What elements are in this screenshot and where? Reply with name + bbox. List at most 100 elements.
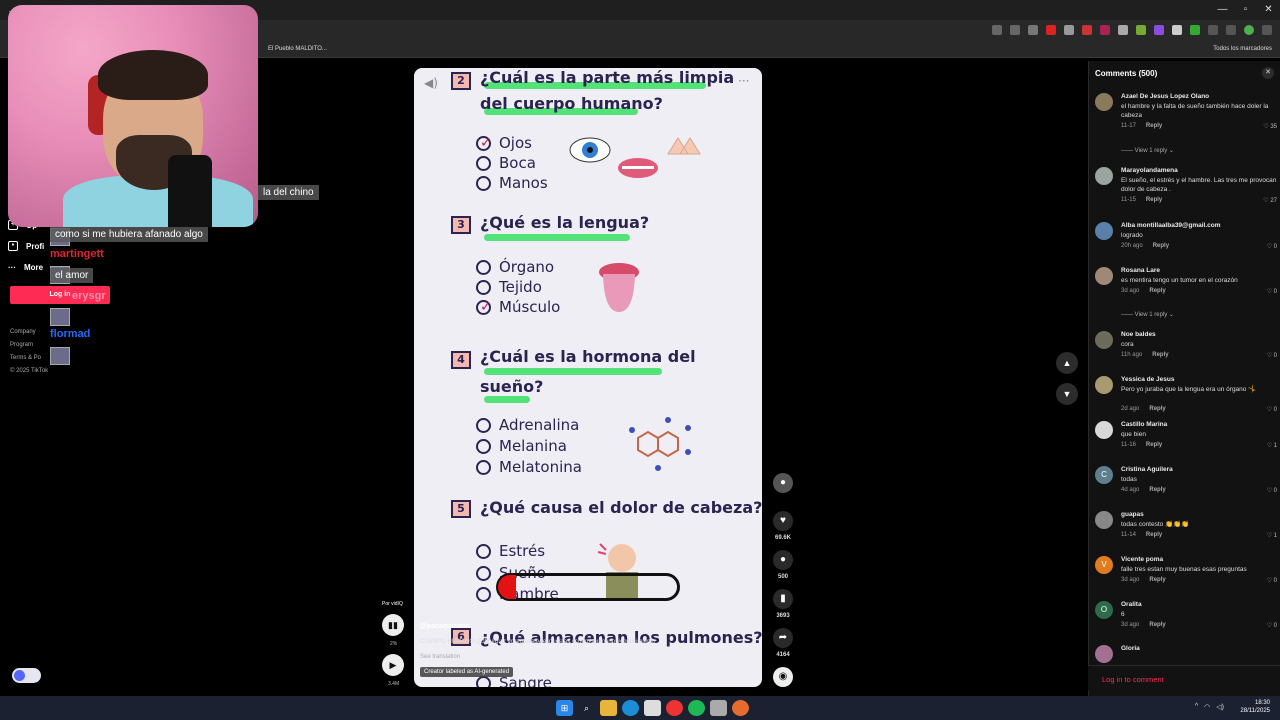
all-bookmarks[interactable]: Todos los marcadores [1213, 46, 1272, 52]
volume-icon[interactable]: ◀) [424, 76, 438, 90]
view-replies-link[interactable]: —— View 1 reply ⌄ [1121, 147, 1174, 154]
extension-icon[interactable] [1172, 25, 1182, 35]
extension-icon[interactable] [1100, 25, 1110, 35]
share-action[interactable]: ➦ 4164 [772, 628, 794, 658]
comment-author[interactable]: Marayolandamena [1121, 167, 1178, 174]
comment-author[interactable]: Rosana Lare [1121, 267, 1160, 274]
save-action[interactable]: ▮ 3693 [772, 589, 794, 619]
extension-icon[interactable] [1082, 25, 1092, 35]
wifi-icon[interactable]: ◠ [1204, 703, 1210, 711]
comment-author[interactable]: Noe baldes [1121, 331, 1156, 338]
extension-icon[interactable] [1118, 25, 1128, 35]
video-author[interactable]: @pacaquizone [420, 623, 469, 630]
sidebar-item-more[interactable]: ··· More [8, 263, 43, 272]
share-icon[interactable]: ➦ [773, 628, 793, 648]
login-to-comment-bar[interactable]: Log in to comment [1088, 665, 1280, 691]
reply-button[interactable]: Reply [1146, 197, 1162, 203]
footer-link[interactable]: Company [10, 326, 48, 339]
download-icon[interactable] [1226, 25, 1236, 35]
bookmark-icon[interactable]: ▮ [773, 589, 793, 609]
comment-author[interactable]: Vicente poma [1121, 556, 1163, 563]
like-action[interactable]: ♥ 69.6K [772, 511, 794, 541]
comment-like[interactable]: ♡ 1 [1267, 532, 1277, 539]
comment-like[interactable]: ♡ 35 [1263, 123, 1277, 130]
bookmark-item[interactable]: El Pueblo MALDITO... [268, 46, 327, 52]
reply-button[interactable]: Reply [1149, 406, 1165, 412]
file-explorer-icon[interactable] [600, 700, 617, 716]
profile-avatar[interactable] [1244, 25, 1254, 35]
more-options-icon[interactable]: ··· [738, 74, 749, 88]
extension-icon[interactable] [1136, 25, 1146, 35]
comment-like[interactable]: ♡ 0 [1267, 487, 1277, 494]
avatar[interactable] [1095, 376, 1113, 394]
reply-button[interactable]: Reply [1153, 243, 1169, 249]
extension-icon[interactable] [1190, 25, 1200, 35]
avatar[interactable]: V [1095, 556, 1113, 574]
footer-link[interactable]: Program [10, 339, 48, 352]
reply-button[interactable]: Reply [1146, 442, 1162, 448]
comment-author[interactable]: Yessica de Jesus [1121, 376, 1175, 383]
comment-author[interactable]: Castillo Marina [1121, 421, 1167, 428]
avatar[interactable] [1095, 222, 1113, 240]
comment-action[interactable]: ● 500 [772, 550, 794, 580]
music-disc-icon[interactable]: ◉ [773, 667, 793, 687]
avatar[interactable]: C [1095, 466, 1113, 484]
star-icon[interactable] [1028, 25, 1038, 35]
puzzle-icon[interactable] [1208, 25, 1218, 35]
cast-icon[interactable] [1010, 25, 1020, 35]
avatar[interactable]: O [1095, 601, 1113, 619]
volume-icon[interactable]: ◁) [1216, 703, 1224, 711]
comment-like[interactable]: ♡ 0 [1267, 622, 1277, 629]
extension-icon[interactable] [1154, 25, 1164, 35]
close-window-icon[interactable]: ✕ [1257, 0, 1280, 20]
reply-button[interactable]: Reply [1146, 123, 1162, 129]
music-disc-action[interactable]: ◉ [772, 667, 794, 687]
comment-author[interactable]: Azael De Jesus Lopez Olano [1121, 93, 1209, 100]
extension-icon[interactable] [1064, 25, 1074, 35]
comment-author[interactable]: Oralita [1121, 601, 1142, 608]
reply-button[interactable]: Reply [1149, 288, 1165, 294]
sidebar-item-profile[interactable]: • Profi [8, 241, 44, 251]
avatar[interactable] [1095, 93, 1113, 111]
see-translation-link[interactable]: See translation [420, 654, 460, 660]
comment-like[interactable]: ♡ 0 [1267, 406, 1277, 413]
reply-button[interactable]: Reply [1149, 487, 1165, 493]
play-button[interactable]: ▶ [382, 654, 404, 676]
comment-author[interactable]: Cristina Aguilera [1121, 466, 1173, 473]
search-icon[interactable]: ⌕ [578, 700, 595, 716]
heart-icon[interactable]: ♥ [773, 511, 793, 531]
previous-video-button[interactable]: ▲ [1056, 352, 1078, 374]
avatar[interactable] [1095, 267, 1113, 285]
avatar[interactable] [1095, 511, 1113, 529]
comment-author[interactable]: guapas [1121, 511, 1144, 518]
comment-like[interactable]: ♡ 1 [1267, 442, 1277, 449]
comment-author[interactable]: Gloria [1121, 645, 1140, 652]
comment-like[interactable]: ♡ 0 [1267, 288, 1277, 295]
comment-like[interactable]: ♡ 27 [1263, 197, 1277, 204]
comment-icon[interactable]: ● [773, 550, 793, 570]
translate-icon[interactable] [992, 25, 1002, 35]
spotify-icon[interactable] [688, 700, 705, 716]
reply-button[interactable]: Reply [1152, 352, 1168, 358]
comment-like[interactable]: ♡ 0 [1267, 352, 1277, 359]
menu-icon[interactable] [1262, 25, 1272, 35]
creator-avatar-action[interactable]: ● [772, 473, 794, 493]
avatar[interactable] [1095, 331, 1113, 349]
chrome-active-icon[interactable] [732, 700, 749, 716]
extension-icon[interactable] [1046, 25, 1056, 35]
next-video-button[interactable]: ▼ [1056, 383, 1078, 405]
comment-author[interactable]: Alba montillaalba39@gmail.com [1121, 222, 1221, 229]
start-icon[interactable]: ⊞ [556, 700, 573, 716]
clock[interactable]: 18:30 28/11/2025 [1240, 699, 1270, 715]
reply-button[interactable]: Reply [1146, 532, 1162, 538]
footer-link[interactable]: Terms & Po [10, 352, 48, 365]
creator-avatar[interactable]: ● [773, 473, 793, 493]
minimize-icon[interactable]: — [1211, 0, 1234, 20]
close-icon[interactable]: ✕ [1262, 67, 1274, 79]
chevron-up-icon[interactable]: ^ [1195, 703, 1198, 711]
toggle-switch[interactable] [12, 668, 41, 683]
comment-like[interactable]: ♡ 0 [1267, 577, 1277, 584]
comment-like[interactable]: ♡ 0 [1267, 243, 1277, 250]
reply-button[interactable]: Reply [1149, 577, 1165, 583]
view-replies-link[interactable]: —— View 1 reply ⌄ [1121, 311, 1174, 318]
